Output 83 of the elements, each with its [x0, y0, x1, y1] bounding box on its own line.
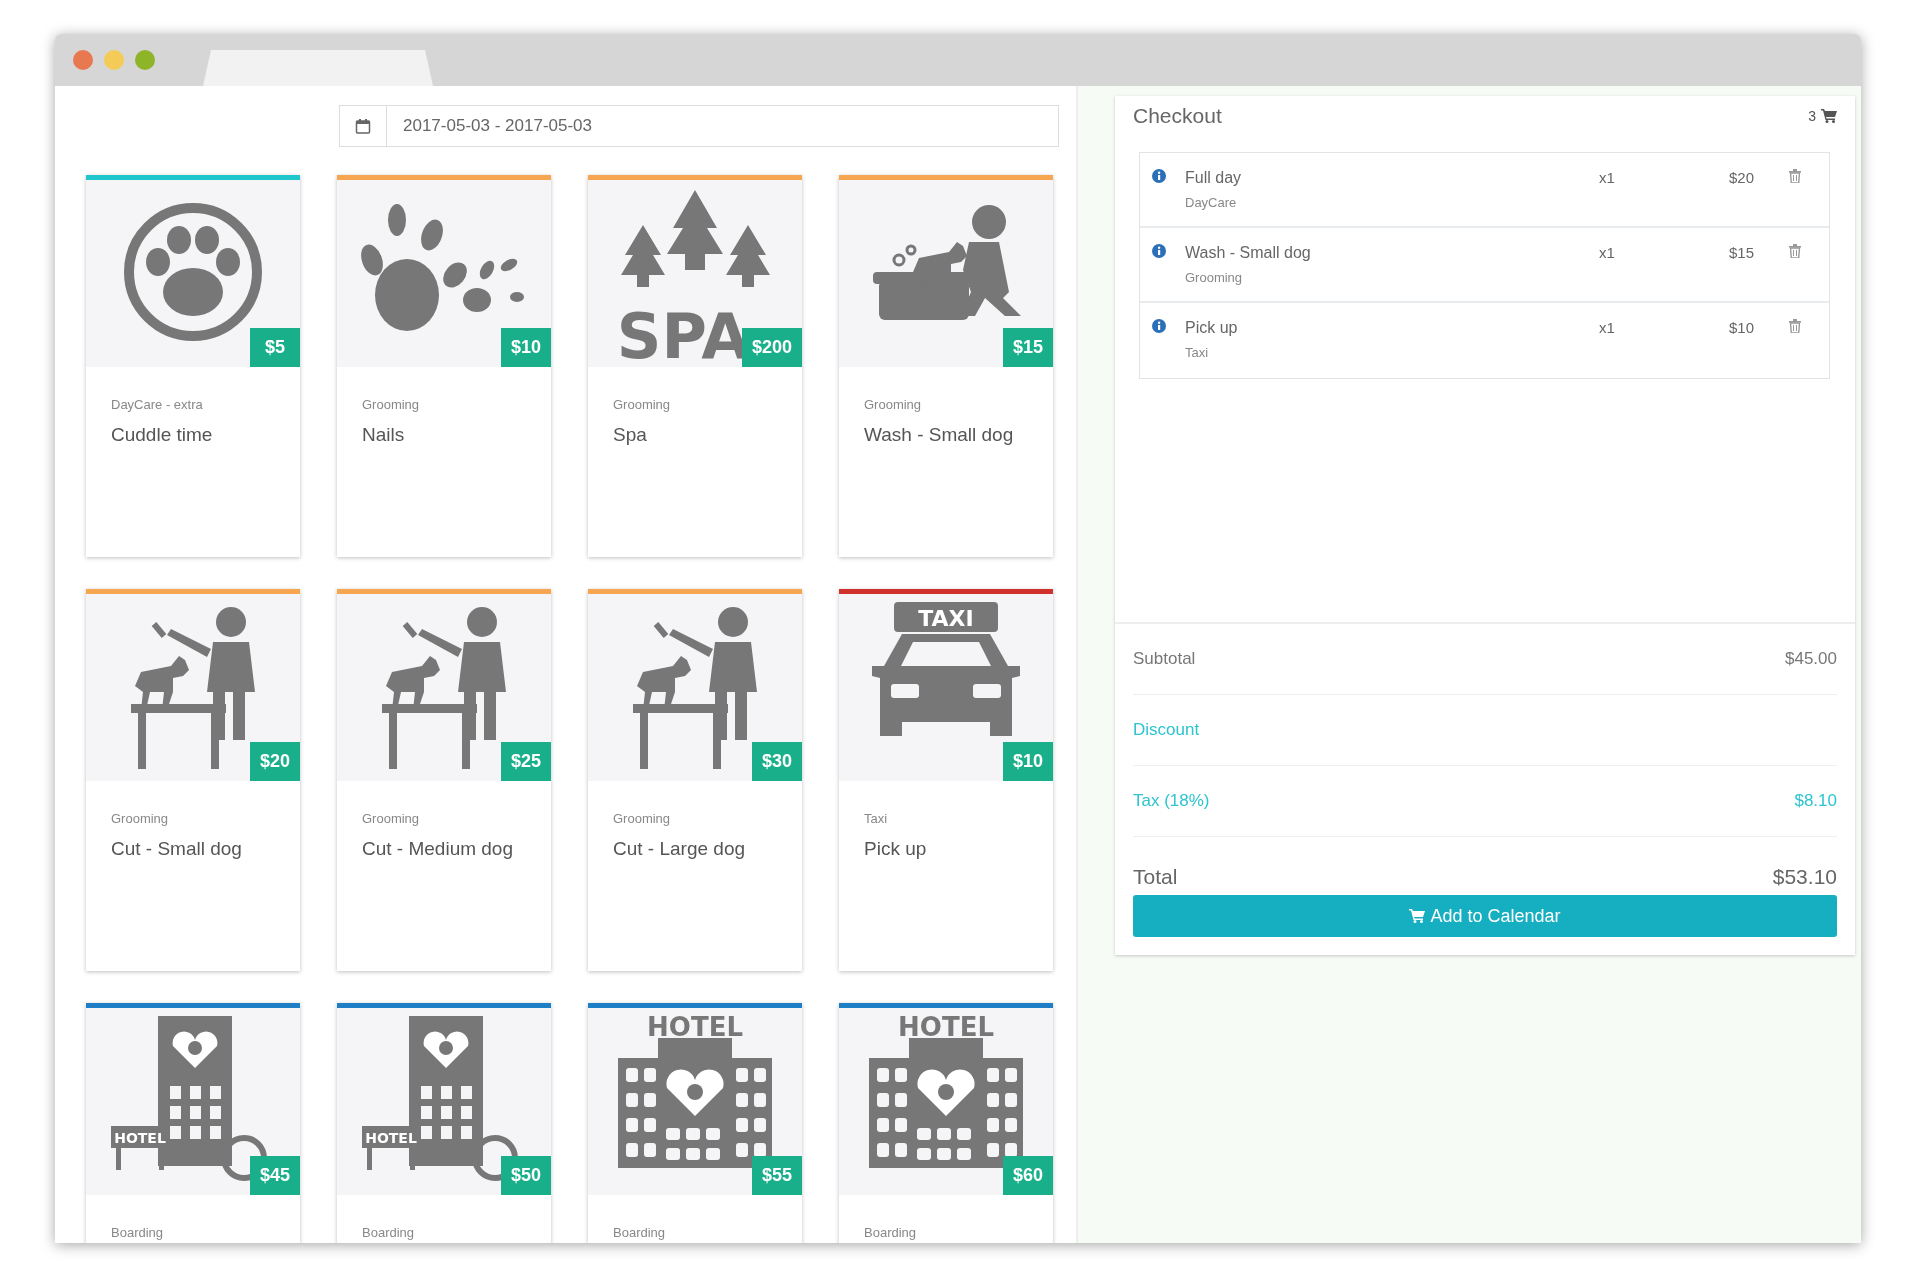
- service-title: Cuddle time: [111, 423, 214, 447]
- sign-text: HOTEL: [898, 1012, 994, 1042]
- checkout-title: Checkout: [1133, 104, 1222, 128]
- cart-icon: [1409, 909, 1426, 923]
- service-card[interactable]: $15 Grooming Wash - Small dog: [839, 175, 1053, 557]
- service-card[interactable]: $5 DayCare - extra Cuddle time: [86, 175, 300, 557]
- item-quantity: x1: [1599, 244, 1616, 263]
- price-badge: $45: [249, 1156, 300, 1195]
- total-label: Total: [1133, 865, 1178, 889]
- item-quantity: x1: [1599, 319, 1616, 338]
- service-category: Grooming: [613, 811, 672, 826]
- price-badge: $25: [500, 742, 551, 781]
- price-badge: $200: [741, 328, 802, 367]
- service-card[interactable]: TAXI $10 Taxi Pick up: [839, 589, 1053, 971]
- service-card[interactable]: HOTEL $45 Boarding: [86, 1003, 300, 1243]
- price-badge: $60: [1002, 1156, 1053, 1195]
- trash-icon[interactable]: [1789, 319, 1801, 333]
- price-badge: $50: [500, 1156, 551, 1195]
- item-price: $10: [1727, 319, 1755, 338]
- paw-prints-icon: [361, 204, 524, 331]
- paw-icon: [124, 203, 262, 341]
- sign-text: HOTEL: [647, 1012, 743, 1042]
- service-category: Taxi: [864, 811, 889, 826]
- item-name: Full day: [1185, 169, 1243, 187]
- service-card[interactable]: HOTEL $60 Boarding: [839, 1003, 1053, 1243]
- service-card[interactable]: $10 Grooming Nails: [337, 175, 551, 557]
- service-category: Grooming: [111, 811, 170, 826]
- price-badge: $30: [751, 742, 802, 781]
- trash-icon[interactable]: [1789, 169, 1801, 183]
- service-title: Pick up: [864, 837, 928, 861]
- service-title: Wash - Small dog: [864, 423, 1015, 447]
- price-badge: $10: [1002, 742, 1053, 781]
- price-badge: $5: [250, 328, 300, 367]
- service-category: Boarding: [613, 1225, 667, 1240]
- cart-icon: [1821, 109, 1837, 123]
- service-title: Cut - Large dog: [613, 837, 747, 861]
- summary-label: Subtotal: [1133, 649, 1196, 669]
- service-card[interactable]: SPA$200 Grooming Spa: [588, 175, 802, 557]
- service-card[interactable]: HOTEL $55 Boarding: [588, 1003, 802, 1243]
- price-badge: $20: [249, 742, 300, 781]
- close-button[interactable]: [73, 50, 93, 70]
- summary-value: $8.10: [1794, 791, 1837, 811]
- trees-icon: [621, 190, 770, 287]
- service-title: Cut - Medium dog: [362, 837, 514, 861]
- service-title: Spa: [613, 423, 648, 447]
- info-icon[interactable]: [1152, 169, 1166, 183]
- sign-text: HOTEL: [114, 1130, 166, 1146]
- price-badge: $10: [500, 328, 551, 367]
- service-category: Grooming: [613, 397, 672, 412]
- trash-icon[interactable]: [1789, 244, 1801, 258]
- item-category: Taxi: [1185, 345, 1210, 360]
- price-badge: $15: [1002, 328, 1053, 367]
- cart-count: 3: [1808, 108, 1816, 124]
- service-category: Grooming: [864, 397, 923, 412]
- sign-text: HOTEL: [365, 1130, 417, 1146]
- item-name: Pick up: [1185, 319, 1239, 337]
- service-category: Grooming: [362, 397, 421, 412]
- price-badge: $55: [751, 1156, 802, 1195]
- service-title: Cut - Small dog: [111, 837, 243, 861]
- service-category: Boarding: [111, 1225, 165, 1240]
- service-category: Grooming: [362, 811, 421, 826]
- service-card[interactable]: HOTEL $50 Boarding: [337, 1003, 551, 1243]
- info-icon[interactable]: [1152, 244, 1166, 258]
- service-card[interactable]: $25 Grooming Cut - Medium dog: [337, 589, 551, 971]
- item-price: $20: [1727, 169, 1755, 188]
- info-icon[interactable]: [1152, 319, 1166, 333]
- service-category: Boarding: [362, 1225, 416, 1240]
- item-category: DayCare: [1185, 195, 1238, 210]
- date-range-field[interactable]: 2017-05-03 - 2017-05-03: [339, 105, 1059, 147]
- service-card[interactable]: $30 Grooming Cut - Large dog: [588, 589, 802, 971]
- item-price: $15: [1727, 244, 1755, 263]
- calendar-icon: [355, 118, 371, 134]
- maximize-button[interactable]: [135, 50, 155, 70]
- service-title: Nails: [362, 423, 406, 447]
- item-name: Wash - Small dog: [1185, 244, 1312, 262]
- item-category: Grooming: [1185, 270, 1244, 285]
- item-quantity: x1: [1599, 169, 1616, 188]
- service-card[interactable]: $20 Grooming Cut - Small dog: [86, 589, 300, 971]
- service-category: DayCare - extra: [111, 397, 204, 412]
- sign-text: TAXI: [918, 606, 974, 631]
- summary-value: $45.00: [1785, 649, 1837, 669]
- service-category: Boarding: [864, 1225, 918, 1240]
- total-value: $53.10: [1772, 865, 1837, 889]
